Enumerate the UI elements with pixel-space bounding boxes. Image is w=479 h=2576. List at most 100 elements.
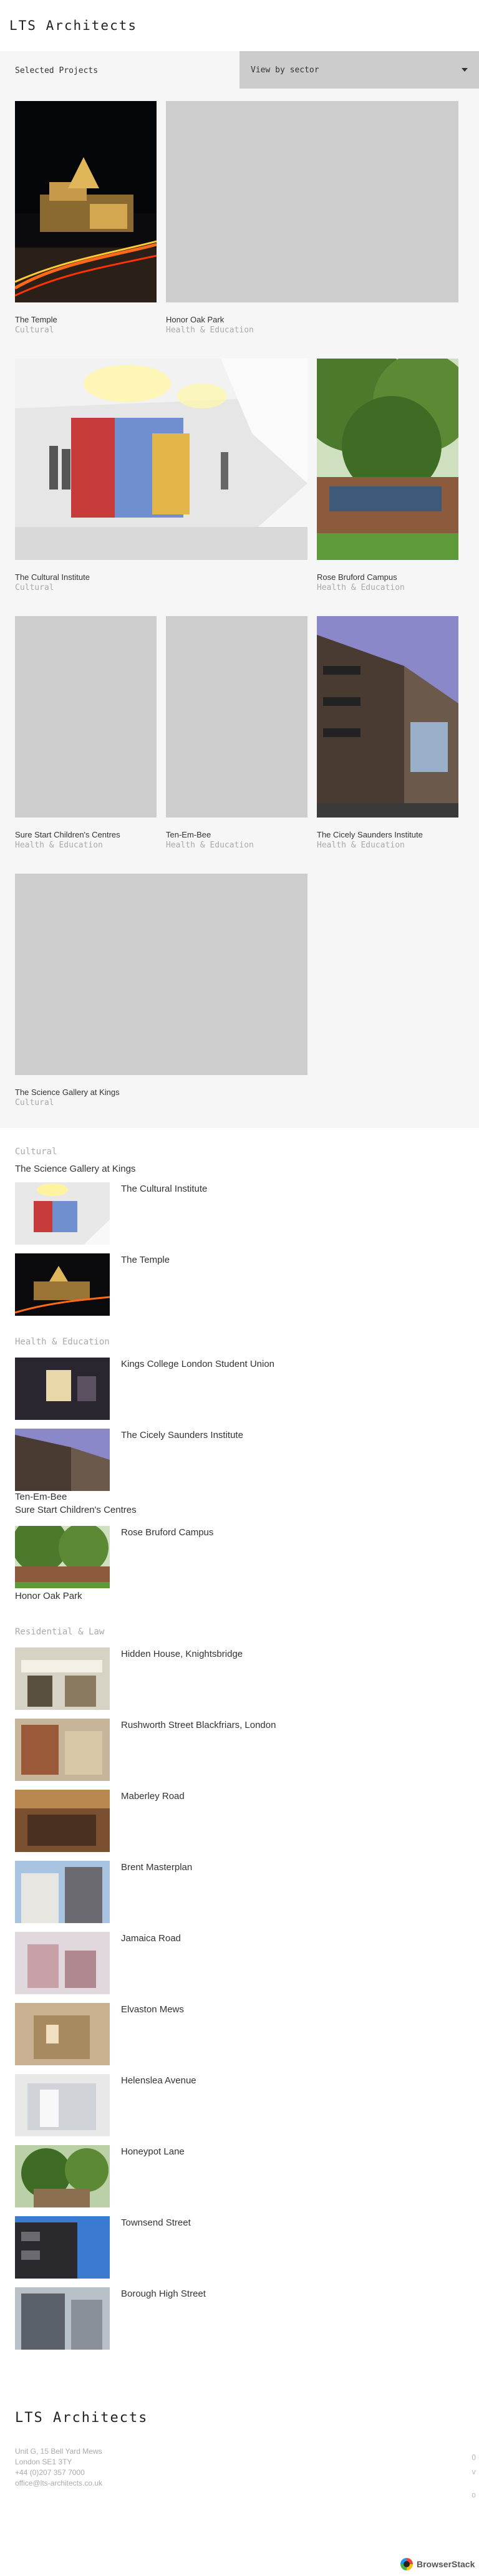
project-tile[interactable]: The Cultural Institute Cultural xyxy=(15,359,307,593)
chevron-down-icon xyxy=(462,68,468,72)
project-thumbnail xyxy=(15,2074,110,2136)
list-item[interactable]: The Cultural Institute xyxy=(15,1182,207,1245)
list-item[interactable]: The Temple xyxy=(15,1253,170,1316)
project-tile[interactable]: The Cicely Saunders Institute Health & E… xyxy=(317,616,458,851)
browserstack-badge: BrowserStack xyxy=(400,2558,475,2570)
sector-heading-cultural: Cultural xyxy=(15,1147,57,1157)
project-title: Rose Bruford Campus xyxy=(317,572,397,582)
project-thumbnail xyxy=(15,1253,110,1316)
address-line: London SE1 3TY xyxy=(15,2458,72,2466)
project-link[interactable]: Ten-Em-Bee xyxy=(15,1492,67,1502)
list-item[interactable]: Maberley Road xyxy=(15,1790,185,1852)
sector-list: Cultural The Science Gallery at Kings Th… xyxy=(0,1128,479,2350)
list-item-name: Elvaston Mews xyxy=(121,2004,184,2015)
project-thumbnail xyxy=(15,1182,110,1245)
list-item[interactable]: Rose Bruford Campus xyxy=(15,1526,213,1588)
list-item-name: The Cultural Institute xyxy=(121,1184,208,1194)
phone-number[interactable]: +44 (0)207 357 7000 xyxy=(15,2468,85,2477)
project-sector: Health & Education xyxy=(15,841,103,850)
list-item-name: Townsend Street xyxy=(121,2217,191,2228)
project-sector: Cultural xyxy=(15,583,54,592)
list-item[interactable]: Brent Masterplan xyxy=(15,1861,192,1923)
project-thumbnail xyxy=(15,1429,110,1491)
project-title: The Temple xyxy=(15,315,57,324)
project-image-cicely-saunders xyxy=(317,616,458,818)
email-link[interactable]: office@lts-architects.co.uk xyxy=(15,2479,102,2487)
sector-heading-residential: Residential & Law xyxy=(15,1627,105,1637)
project-image-placeholder xyxy=(15,874,307,1075)
project-tile[interactable]: Rose Bruford Campus Health & Education xyxy=(317,359,458,593)
sector-heading-health: Health & Education xyxy=(15,1337,110,1347)
list-item-name: Brent Masterplan xyxy=(121,1862,193,1873)
list-item[interactable]: Jamaica Road xyxy=(15,1932,181,1994)
project-title: The Cicely Saunders Institute xyxy=(317,830,423,839)
project-title: Sure Start Children's Centres xyxy=(15,830,120,839)
list-item-name: Rushworth Street Blackfriars, London xyxy=(121,1720,276,1730)
project-tile[interactable]: Sure Start Children's Centres Health & E… xyxy=(15,616,157,851)
project-link[interactable]: The Science Gallery at Kings xyxy=(15,1164,135,1174)
project-title: The Science Gallery at Kings xyxy=(15,1088,120,1097)
project-image-cultural-institute xyxy=(15,359,307,560)
side-mark: O xyxy=(472,2453,477,2462)
list-item-name: Borough High Street xyxy=(121,2289,206,2299)
project-thumbnail xyxy=(15,1790,110,1852)
list-item[interactable]: Hidden House, Knightsbridge xyxy=(15,1647,243,1710)
project-thumbnail xyxy=(15,2003,110,2065)
project-title: Ten-Em-Bee xyxy=(166,830,211,839)
footer-logo[interactable]: LTS Architects xyxy=(15,2410,148,2426)
project-thumbnail xyxy=(15,2216,110,2279)
list-item[interactable]: Townsend Street xyxy=(15,2216,191,2279)
project-tile[interactable]: The Science Gallery at Kings Cultural xyxy=(15,874,307,1108)
project-tile[interactable]: Ten-Em-Bee Health & Education xyxy=(166,616,307,851)
sector-select[interactable]: View by sector xyxy=(240,51,479,89)
site-logo[interactable]: LTS Architects xyxy=(9,18,137,33)
list-item-name: Maberley Road xyxy=(121,1791,185,1802)
list-item-name: The Temple xyxy=(121,1255,170,1265)
list-item-name: The Cicely Saunders Institute xyxy=(121,1430,243,1440)
project-image-placeholder xyxy=(15,616,157,818)
project-thumbnail xyxy=(15,1647,110,1710)
site-header: LTS Architects xyxy=(0,0,479,51)
project-sector: Health & Education xyxy=(166,841,254,850)
side-mark: v xyxy=(472,2467,477,2476)
project-title: Honor Oak Park xyxy=(166,315,225,324)
list-item[interactable]: The Cicely Saunders Institute xyxy=(15,1429,243,1491)
project-image-placeholder xyxy=(166,101,458,302)
site-footer: LTS Architects Unit G, 15 Bell Yard Mews… xyxy=(0,2350,479,2576)
list-item[interactable]: Elvaston Mews xyxy=(15,2003,184,2065)
project-image-temple xyxy=(15,101,157,302)
project-link[interactable]: Honor Oak Park xyxy=(15,1591,82,1601)
browserstack-logo-icon xyxy=(400,2558,413,2570)
filter-bar: Selected Projects View by sector xyxy=(0,51,479,89)
list-item[interactable]: Kings College London Student Union xyxy=(15,1358,274,1420)
project-image-placeholder xyxy=(166,616,307,818)
filter-label: Selected Projects xyxy=(15,66,99,75)
list-item-name: Hidden House, Knightsbridge xyxy=(121,1649,243,1659)
project-link[interactable]: Sure Start Children's Centres xyxy=(15,1505,137,1515)
project-thumbnail xyxy=(15,2287,110,2350)
project-sector: Health & Education xyxy=(317,583,405,592)
list-item[interactable]: Borough High Street xyxy=(15,2287,206,2350)
sector-select-value: View by sector xyxy=(251,65,319,75)
project-sector: Cultural xyxy=(15,1098,54,1107)
list-item-name: Helenslea Avenue xyxy=(121,2075,196,2086)
project-sector: Cultural xyxy=(15,326,54,335)
list-item-name: Jamaica Road xyxy=(121,1933,181,1944)
list-item[interactable]: Honeypot Lane xyxy=(15,2145,185,2207)
project-thumbnail xyxy=(15,1861,110,1923)
project-tile[interactable]: Honor Oak Park Health & Education xyxy=(166,101,458,335)
project-sector: Health & Education xyxy=(317,841,405,850)
project-tile[interactable]: The Temple Cultural xyxy=(15,101,157,335)
list-item-name: Kings College London Student Union xyxy=(121,1359,275,1369)
list-item[interactable]: Helenslea Avenue xyxy=(15,2074,196,2136)
list-item-name: Rose Bruford Campus xyxy=(121,1527,214,1538)
project-image-rose-bruford xyxy=(317,359,458,560)
list-item-name: Honeypot Lane xyxy=(121,2146,185,2157)
project-sector: Health & Education xyxy=(166,326,254,335)
project-grid: The Temple Cultural Honor Oak Park Healt… xyxy=(0,89,479,1128)
list-item[interactable]: Rushworth Street Blackfriars, London xyxy=(15,1719,276,1781)
project-thumbnail xyxy=(15,1719,110,1781)
project-thumbnail xyxy=(15,1526,110,1588)
address-line: Unit G, 15 Bell Yard Mews xyxy=(15,2447,102,2456)
project-thumbnail xyxy=(15,1932,110,1994)
